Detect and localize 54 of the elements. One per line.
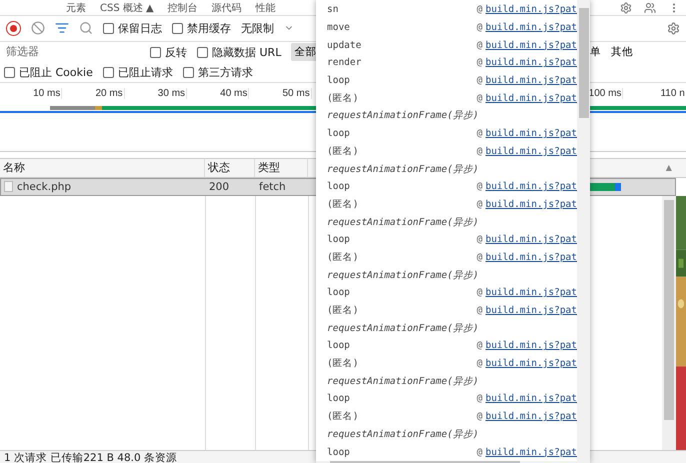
function-name: loop <box>327 181 351 192</box>
function-name: loop <box>327 446 351 458</box>
at-sign: @ <box>476 92 482 104</box>
at-sign: @ <box>476 181 482 192</box>
at-sign: @ <box>476 198 482 210</box>
function-name: loop <box>327 128 351 140</box>
at-sign: @ <box>476 287 482 298</box>
function-name: (匿名) <box>327 357 360 370</box>
at-sign: @ <box>476 75 482 86</box>
async-label: requestAnimationFrame(异步) <box>327 322 479 335</box>
table-cell-text: fetch <box>258 180 287 195</box>
function-name: (匿名) <box>327 92 360 105</box>
function-name: loop <box>327 340 351 352</box>
function-name: (匿名) <box>327 410 360 424</box>
function-name: loop <box>327 234 351 246</box>
function-name: render <box>327 57 362 68</box>
async-label: requestAnimationFrame(异步) <box>327 162 479 176</box>
function-name: move <box>327 22 351 34</box>
function-name: (匿名) <box>327 250 360 264</box>
at-sign: @ <box>476 4 482 16</box>
at-sign: @ <box>476 358 482 370</box>
at-sign: @ <box>476 393 482 404</box>
time-tick: 10 ms <box>0 88 62 100</box>
at-sign: @ <box>476 411 482 422</box>
at-sign: @ <box>476 146 482 157</box>
at-sign: @ <box>476 57 482 68</box>
at-sign: @ <box>476 340 482 352</box>
time-tick: 50 ms <box>249 88 312 100</box>
at-sign: @ <box>476 252 482 263</box>
time-tick: 40 ms <box>187 88 250 100</box>
async-label: requestAnimationFrame(异步) <box>327 374 479 388</box>
time-tick: 20 ms <box>62 88 125 100</box>
at-sign: @ <box>476 446 482 458</box>
async-label: requestAnimationFrame(异步) <box>327 268 479 282</box>
at-sign: @ <box>476 22 482 34</box>
function-name: (匿名) <box>327 144 360 158</box>
function-name: (匿名) <box>327 198 360 211</box>
function-name: loop <box>327 287 351 298</box>
async-label: requestAnimationFrame(异步) <box>327 216 479 229</box>
function-name: (匿名) <box>327 304 360 318</box>
function-name: sn <box>327 4 340 16</box>
table-cell-text: 200 <box>208 180 230 195</box>
function-name: loop <box>327 393 351 404</box>
time-tick: 30 ms <box>124 88 188 100</box>
time-tick: 110 n <box>659 88 686 100</box>
function-name: loop <box>327 75 351 86</box>
at-sign: @ <box>476 128 482 140</box>
table-cell: check.php <box>1 178 206 195</box>
async-label: requestAnimationFrame(异步) <box>327 428 479 441</box>
async-label: requestAnimationFrame(异步) <box>327 109 479 122</box>
at-sign: @ <box>476 234 482 246</box>
at-sign: @ <box>476 40 482 51</box>
at-sign: @ <box>476 305 482 316</box>
function-name: update <box>327 40 362 51</box>
